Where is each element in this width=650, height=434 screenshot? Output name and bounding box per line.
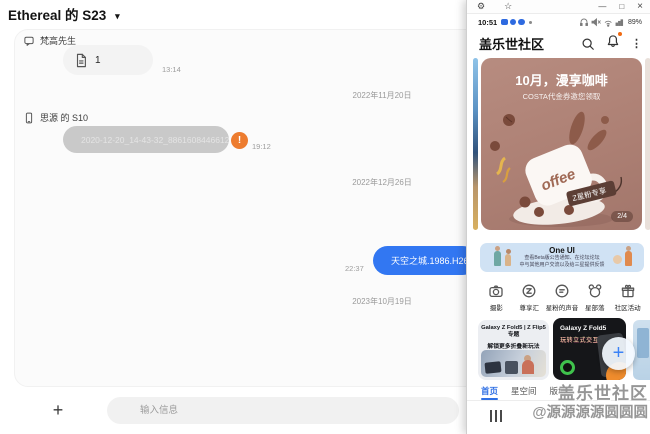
phone-mirror-window: ⚙ ☆ — □ × 10:51 89% 盖乐世社区 (466, 0, 650, 434)
oneui-card[interactable]: One UI 查看Beta版公告通知、在论坛论坛 中与其他用户交流以及给三星提供… (480, 243, 644, 272)
carousel-previous-sliver[interactable] (473, 58, 478, 230)
card-photo (481, 350, 546, 377)
message-input[interactable] (107, 397, 459, 424)
app-header: 盖乐世社区 ⋮ (467, 30, 650, 57)
warning-badge[interactable]: ! (231, 132, 248, 149)
message-time: 19:12 (252, 142, 271, 151)
star-icon[interactable]: ☆ (504, 1, 512, 12)
tab-bar: 首页 星空间 版块 (467, 381, 650, 400)
banner-subtitle: COSTA代金券邀您领取 (481, 91, 642, 102)
card-title: Galaxy Z Fold5 | Z Flip5专题 (481, 325, 546, 339)
clock-ring-graphic (560, 360, 575, 375)
sender-row: 梵高先生 (23, 34, 76, 47)
expired-file-message[interactable]: 2020-12-20_14-43-32_8861608446612887.png (63, 126, 229, 153)
tab-boards[interactable]: 版块 (550, 385, 567, 397)
more-menu-icon[interactable]: ⋮ (631, 37, 642, 50)
message-time: 13:14 (162, 65, 181, 74)
oneui-title: One UI (480, 246, 644, 255)
speech-bubble-icon (554, 283, 570, 299)
banner-title: 10月，漫享咖啡 (481, 70, 642, 89)
close-button[interactable]: × (637, 1, 643, 12)
shortcut-photography[interactable]: 摄影 (480, 283, 513, 312)
message-time: 22:37 (345, 264, 364, 273)
status-bar: 10:51 89% (467, 14, 650, 30)
navigation-bar (467, 400, 650, 434)
system-status-icons: 89% (579, 17, 642, 27)
camera-icon (488, 283, 504, 299)
add-attachment-button[interactable]: + (47, 399, 69, 421)
carousel-page-indicator: 2/4 (611, 211, 633, 222)
card-title: Galaxy Z Fold5 (560, 325, 626, 332)
clock: 10:51 (478, 18, 497, 27)
minimize-button[interactable]: — (598, 2, 606, 11)
gift-icon (620, 283, 636, 299)
status-icons (579, 17, 625, 27)
app-title: 盖乐世社区 (479, 34, 544, 53)
bell-icon (606, 34, 620, 48)
file-name: 1 (95, 55, 101, 66)
gear-icon[interactable]: ⚙ (477, 1, 485, 12)
message-square-icon (23, 35, 35, 47)
feature-card-fold-flip[interactable]: Galaxy Z Fold5 | Z Flip5专题 解锁更多折叠新玩法 (478, 320, 549, 380)
search-icon[interactable] (581, 37, 595, 51)
maximize-button[interactable]: □ (619, 2, 624, 11)
device-selector[interactable]: Ethereal 的 S23 ▾ (8, 4, 120, 24)
shortcut-community-events[interactable]: 社区活动 (611, 283, 644, 312)
shortcut-row: 摄影 尊享汇 星粉的声音 星部落 社区活动 (480, 283, 644, 312)
device-title-label: Ethereal 的 S23 (8, 8, 106, 23)
oneui-line2: 中与其他用户交流以及给三星提供反馈 (480, 262, 644, 269)
shortcut-fan-voice[interactable]: 星粉的声音 (546, 283, 579, 312)
mirror-titlebar: ⚙ ☆ — □ × (467, 0, 650, 14)
feature-card-next-sliver[interactable] (633, 320, 650, 380)
notification-dot (618, 32, 622, 36)
promo-banner[interactable]: offee Z星粉专享 10月，漫享咖啡 COSTA代金券邀您领取 2/4 (481, 58, 642, 230)
file-name: 天空之城.1986.H26 (391, 254, 469, 267)
tab-home[interactable]: 首页 (481, 385, 498, 397)
notifications-button[interactable] (606, 34, 620, 53)
sender-row: 思源 的 S10 (23, 111, 88, 124)
sender-name: 梵高先生 (40, 34, 76, 47)
people-icon (587, 283, 603, 299)
file-message-received[interactable]: 1 (63, 45, 153, 75)
compose-fab-button[interactable]: + (602, 337, 635, 370)
shortcut-vip-club[interactable]: 尊享汇 (513, 283, 546, 312)
carousel-next-sliver[interactable] (645, 58, 650, 230)
date-separator: 2023年10月19日 (327, 296, 437, 307)
sender-name: 思源 的 S10 (40, 111, 88, 124)
z-circle-icon (521, 283, 537, 299)
chevron-down-icon: ▾ (115, 11, 120, 21)
file-message-sent[interactable]: 天空之城.1986.H26 (373, 246, 477, 275)
date-separator: 2022年12月26日 (327, 177, 437, 188)
smartphone-icon (23, 112, 35, 124)
screen: Ethereal 的 S23 ▾ 梵高先生 1 13:14 2022年11月20… (0, 0, 650, 434)
file-icon (74, 53, 88, 68)
battery-level: 89% (628, 19, 642, 26)
shortcut-star-tribe[interactable]: 星部落 (578, 283, 611, 312)
tab-star-space[interactable]: 星空间 (511, 385, 537, 397)
recents-nav-icon[interactable] (490, 410, 502, 422)
notification-icons (501, 19, 532, 26)
date-separator: 2022年11月20日 (327, 90, 437, 101)
file-name: 2020-12-20_14-43-32_8861608446612887.png (81, 135, 229, 145)
